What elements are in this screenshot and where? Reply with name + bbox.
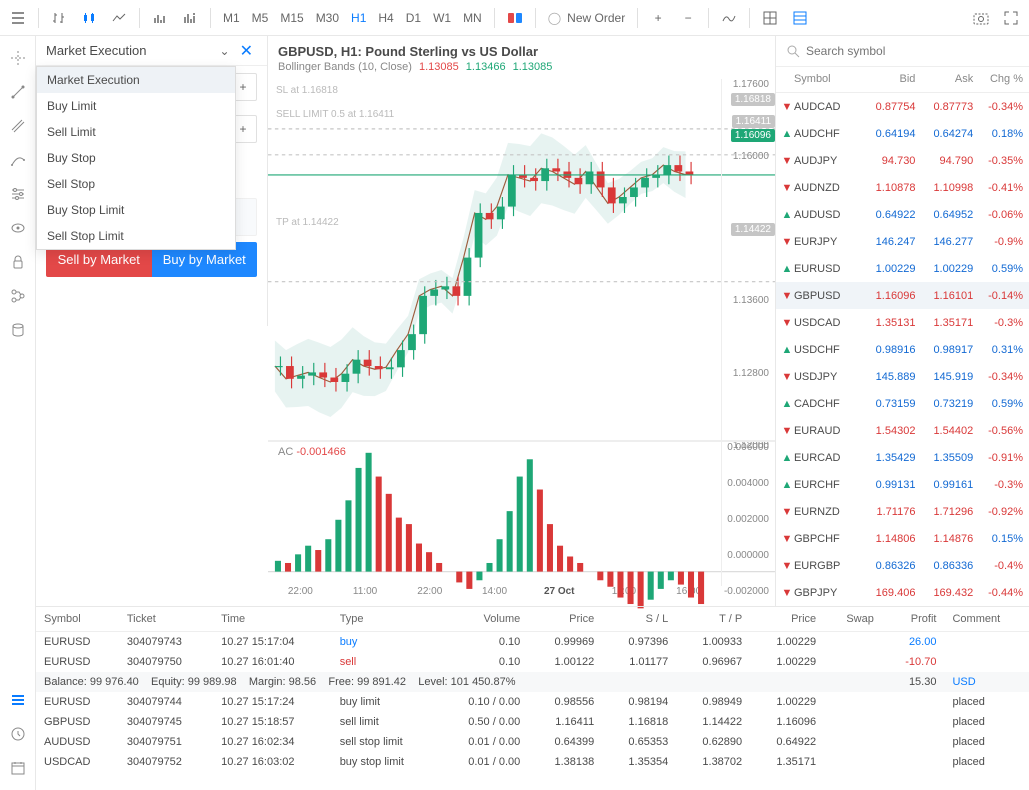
timeframe-d1[interactable]: D1 <box>400 4 427 32</box>
search-input[interactable] <box>806 44 1019 58</box>
order-row[interactable]: GBPUSD30407974510.27 15:18:57sell limit0… <box>36 712 1029 732</box>
chart-type-candles-icon[interactable] <box>75 4 103 32</box>
watchlist-row-eurusd[interactable]: ▲EURUSD1.002291.002290.59% <box>776 255 1029 282</box>
watchlist-row-eurjpy[interactable]: ▼EURJPY146.247146.277-0.9% <box>776 228 1029 255</box>
timeframe-h1[interactable]: H1 <box>345 4 372 32</box>
search-icon <box>786 44 800 58</box>
hamburger-menu-icon[interactable] <box>4 4 32 32</box>
watchlist-row-usdcad[interactable]: ▼USDCAD1.351311.35171-0.3% <box>776 309 1029 336</box>
new-order-button[interactable]: ◯New Order <box>542 4 631 32</box>
ac-y-axis: 0.0060000.0040000.0020000.000000-0.00200… <box>721 442 775 586</box>
order-row[interactable]: USDCAD30407975210.27 16:03:02buy stop li… <box>36 752 1029 772</box>
current-price-flag: 1.16096 <box>731 129 775 142</box>
timeframe-h4[interactable]: H4 <box>372 4 399 32</box>
timeframe-m30[interactable]: M30 <box>310 4 345 32</box>
close-panel-icon[interactable]: ✕ <box>236 41 257 61</box>
chart-type-line-icon[interactable] <box>105 4 133 32</box>
equidistant-icon[interactable] <box>4 112 32 140</box>
order-row[interactable]: EURUSD30407974310.27 15:17:04buy0.100.99… <box>36 631 1029 652</box>
zoom-in-icon[interactable]: + <box>644 4 672 32</box>
lock-icon[interactable] <box>4 248 32 276</box>
watchlist-header: Symbol Bid Ask Chg % <box>776 67 1029 93</box>
storage-icon[interactable] <box>4 316 32 344</box>
order-row[interactable]: EURUSD30407974410.27 15:17:24buy limit0.… <box>36 692 1029 712</box>
balance-summary: Balance: 99 976.40 Equity: 99 989.98 Mar… <box>36 672 1029 692</box>
limit-price-flag: 1.16411 <box>732 115 775 128</box>
trendline-icon[interactable] <box>4 78 32 106</box>
orders-header: SymbolTicketTimeTypeVolumePriceS / LT / … <box>36 607 1029 631</box>
watchlist-row-eurnzd[interactable]: ▼EURNZD1.711761.71296-0.92% <box>776 498 1029 525</box>
price-chart[interactable]: SL at 1.16818 SELL LIMIT 0.5 at 1.16411 … <box>268 79 775 441</box>
zoom-out-icon[interactable]: − <box>674 4 702 32</box>
watchlist-row-eurchf[interactable]: ▲EURCHF0.991310.99161-0.3% <box>776 471 1029 498</box>
order-type-dropdown[interactable]: Market Execution <box>46 43 214 58</box>
sl-price-flag: 1.16818 <box>731 93 775 106</box>
order-type-option[interactable]: Buy Stop <box>37 145 235 171</box>
chevron-down-icon[interactable]: ⌄ <box>214 44 236 58</box>
eye-icon[interactable] <box>4 214 32 242</box>
fullscreen-icon[interactable] <box>997 4 1025 32</box>
orders-panel: SymbolTicketTimeTypeVolumePriceS / LT / … <box>36 606 1029 790</box>
timeframe-mn[interactable]: MN <box>457 4 488 32</box>
timeframe-m1[interactable]: M1 <box>217 4 246 32</box>
calendar-tab-icon[interactable] <box>4 754 32 782</box>
watchlist-row-gbpusd[interactable]: ▼GBPUSD1.160961.16101-0.14% <box>776 282 1029 309</box>
order-row[interactable]: EURUSD30407975010.27 16:01:40sell0.101.0… <box>36 652 1029 672</box>
order-type-option[interactable]: Buy Stop Limit <box>37 197 235 223</box>
indicators-icon[interactable] <box>715 4 743 32</box>
watchlist-row-gbpjpy[interactable]: ▼GBPJPY169.406169.432-0.44% <box>776 579 1029 606</box>
watchlist-search[interactable] <box>776 36 1029 67</box>
watchlist-panel: Symbol Bid Ask Chg % ▼AUDCAD0.877540.877… <box>775 36 1029 606</box>
watchlist-row-cadchf[interactable]: ▲CADCHF0.731590.732190.59% <box>776 390 1029 417</box>
timeframe-w1[interactable]: W1 <box>427 4 457 32</box>
top-toolbar: M1M5M15M30H1H4D1W1MN ◯New Order + − <box>0 0 1029 36</box>
history-tab-icon[interactable] <box>4 720 32 748</box>
chart-area: GBPUSD, H1: Pound Sterling vs US Dollar … <box>268 36 775 606</box>
watchlist-row-eurcad[interactable]: ▲EURCAD1.354291.35509-0.91% <box>776 444 1029 471</box>
heikin-ashi-icon[interactable] <box>176 4 204 32</box>
order-row[interactable]: AUDUSD30407975110.27 16:02:34sell stop l… <box>36 732 1029 752</box>
crosshair-icon[interactable] <box>4 44 32 72</box>
toolbox-tab-icon[interactable] <box>4 686 32 714</box>
watchlist-row-eurgbp[interactable]: ▼EURGBP0.863260.86336-0.4% <box>776 552 1029 579</box>
watchlist-row-audnzd[interactable]: ▼AUDNZD1.108781.10998-0.41% <box>776 174 1029 201</box>
watchlist-row-usdjpy[interactable]: ▼USDJPY145.889145.919-0.34% <box>776 363 1029 390</box>
list-view-icon[interactable] <box>786 4 814 32</box>
watchlist-row-audchf[interactable]: ▲AUDCHF0.641940.642740.18% <box>776 120 1029 147</box>
timeframe-m15[interactable]: M15 <box>274 4 309 32</box>
objects-tree-icon[interactable] <box>4 282 32 310</box>
tools-rail <box>0 36 36 790</box>
one-click-trading-icon[interactable] <box>501 4 529 32</box>
tp-price-flag: 1.14422 <box>731 223 775 236</box>
grid-layout-icon[interactable] <box>756 4 784 32</box>
volume-bars-icon[interactable] <box>146 4 174 32</box>
watchlist-row-audjpy[interactable]: ▼AUDJPY94.73094.790-0.35% <box>776 147 1029 174</box>
order-type-option[interactable]: Market Execution <box>37 67 235 93</box>
timeframe-m5[interactable]: M5 <box>246 4 275 32</box>
order-type-option[interactable]: Sell Limit <box>37 119 235 145</box>
watchlist-row-gbpchf[interactable]: ▼GBPCHF1.148061.148760.15% <box>776 525 1029 552</box>
watchlist-row-euraud[interactable]: ▼EURAUD1.543021.54402-0.56% <box>776 417 1029 444</box>
chart-type-bars-icon[interactable] <box>45 4 73 32</box>
order-type-option[interactable]: Sell Stop Limit <box>37 223 235 249</box>
snapshot-icon[interactable] <box>967 4 995 32</box>
fibonacci-icon[interactable] <box>4 146 32 174</box>
chart-indicator-label: Bollinger Bands (10, Close) 1.13085 1.13… <box>268 61 775 79</box>
chart-title: GBPUSD, H1: Pound Sterling vs US Dollar <box>268 36 775 61</box>
watchlist-row-usdchf[interactable]: ▲USDCHF0.989160.989170.31% <box>776 336 1029 363</box>
watchlist-row-audcad[interactable]: ▼AUDCAD0.877540.87773-0.34% <box>776 93 1029 120</box>
settings-sliders-icon[interactable] <box>4 180 32 208</box>
order-type-option[interactable]: Buy Limit <box>37 93 235 119</box>
watchlist-row-audusd[interactable]: ▲AUDUSD0.649220.64952-0.06% <box>776 201 1029 228</box>
order-type-option[interactable]: Sell Stop <box>37 171 235 197</box>
ac-indicator-panel[interactable]: AC -0.001466 0.0060000.0040000.0020000.0… <box>268 441 775 586</box>
order-type-menu[interactable]: Market ExecutionBuy LimitSell LimitBuy S… <box>36 66 236 250</box>
